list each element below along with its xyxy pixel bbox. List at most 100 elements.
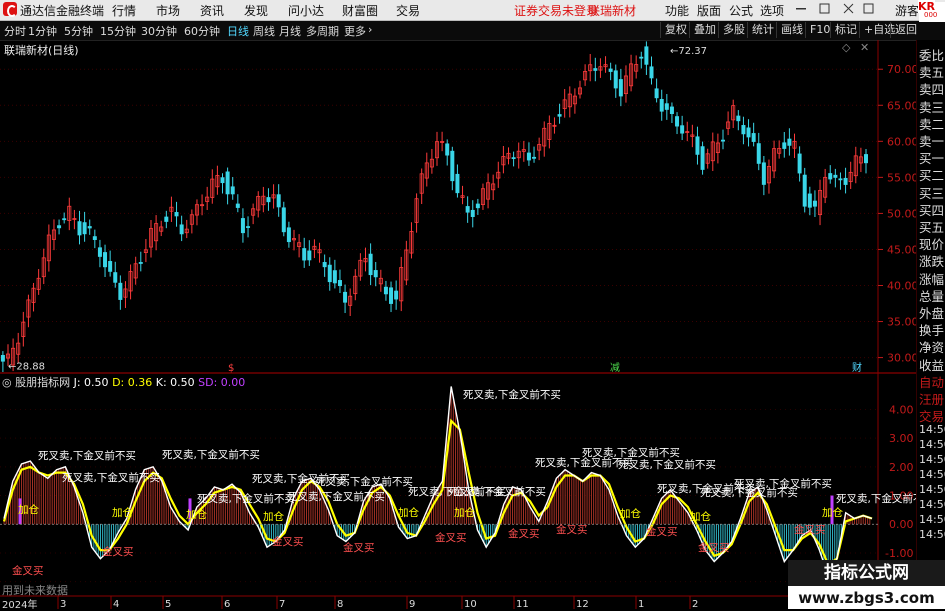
- period-monthly[interactable]: 月线: [279, 23, 301, 39]
- candle-body: [164, 216, 169, 222]
- main-y-tick-label: 55.00: [887, 171, 916, 184]
- main-y-tick-label: 65.00: [887, 99, 916, 112]
- candle-body: [368, 253, 373, 276]
- menu-banmian[interactable]: 版面: [697, 2, 721, 19]
- period-1min[interactable]: 1分钟: [28, 23, 57, 39]
- btn-huaxian[interactable]: 画线: [776, 22, 807, 38]
- candle-body: [475, 203, 480, 209]
- candle-body: [455, 173, 460, 194]
- candle-body: [787, 138, 792, 146]
- sell-signal-label: 死叉卖,下金叉前不买: [315, 475, 413, 488]
- period-30min[interactable]: 30分钟: [141, 23, 177, 39]
- candle-body: [802, 174, 807, 207]
- guest-user[interactable]: 游客: [895, 2, 919, 19]
- window-controls-icon[interactable]: [790, 2, 898, 19]
- menu-jiaoyi[interactable]: 交易: [396, 2, 420, 19]
- candle-series: ←72.37 ←28.88 $ 减 财: [0, 41, 869, 374]
- menu-hangqing[interactable]: 行情: [112, 2, 136, 19]
- chart-canvas[interactable]: 30.00 35.00 40.00 45.00 50.00 55.00 60.00 65.00…: [0, 40, 916, 609]
- candle-body: [659, 98, 664, 112]
- candle-body: [246, 226, 251, 228]
- period-5min[interactable]: 5分钟: [64, 23, 93, 39]
- candle-body: [220, 177, 225, 184]
- trade-time: 14:50: [919, 438, 945, 452]
- candle-body: [307, 250, 312, 261]
- candle-body: [322, 262, 327, 268]
- candle-body: [695, 136, 700, 155]
- indicator-name[interactable]: 股朋指标网: [15, 376, 70, 389]
- quote-item: 涨跌: [919, 254, 945, 270]
- candle-body: [103, 252, 108, 268]
- menu-shichang[interactable]: 市场: [156, 2, 180, 19]
- candle-body: [782, 142, 787, 149]
- ind-y-tick-label: 4.00: [889, 403, 914, 416]
- buy-signal-label: 金叉买: [556, 523, 588, 536]
- candle-body: [327, 264, 332, 283]
- period-15min[interactable]: 15分钟: [100, 23, 136, 39]
- menu-gongshi[interactable]: 公式: [729, 2, 753, 19]
- candle-body: [618, 79, 623, 97]
- main-y-tick-label: 35.00: [887, 316, 916, 329]
- sell-signal-label: 死叉卖,下金叉前不买: [62, 471, 160, 484]
- menu-faxian[interactable]: 发现: [244, 2, 268, 19]
- menu-caifuquan[interactable]: 财富圈: [342, 2, 378, 19]
- quote-item: 净资: [919, 340, 945, 356]
- candle-body: [373, 270, 378, 278]
- menu-zixun[interactable]: 资讯: [200, 2, 224, 19]
- period-more[interactable]: 更多: [344, 23, 366, 39]
- candle-body: [843, 177, 848, 185]
- sell-signal-label: 死叉卖,下金叉前不买: [38, 449, 136, 462]
- period-toolbar: 分时 1分钟 5分钟 15分钟 30分钟 60分钟 日线 周线 月线 多周期 更…: [0, 21, 945, 41]
- watermark-url: www.zbgs3.com: [798, 589, 935, 607]
- chart-close-icon[interactable]: ✕: [860, 41, 869, 54]
- quote-item: 换手: [919, 323, 945, 339]
- sell-signal-label: 死叉卖,下金叉前不买: [463, 388, 561, 401]
- sell-signal-label: 死叉卖,下金叉前不买: [582, 446, 680, 459]
- candle-body: [741, 125, 746, 135]
- candle-body: [57, 225, 62, 229]
- quote-item: 卖一: [919, 134, 945, 149]
- indicator-toggle-icon[interactable]: ◎: [2, 376, 12, 389]
- candle-body: [332, 270, 337, 284]
- btn-biaoji[interactable]: 标记: [830, 22, 861, 38]
- main-chart-title: 联瑞新材(日线): [4, 44, 79, 57]
- candle-body: [700, 146, 705, 170]
- btn-fuquan[interactable]: 复权: [660, 22, 691, 38]
- candle-body: [383, 286, 388, 295]
- period-60min[interactable]: 60分钟: [184, 23, 220, 39]
- app-logo-icon: [3, 2, 17, 17]
- menu-xuanxiang[interactable]: 选项: [760, 2, 784, 19]
- period-fenshi[interactable]: 分时: [4, 23, 26, 39]
- chart-menu-icon[interactable]: ◇: [842, 41, 850, 54]
- menu-wenxiaoda[interactable]: 问小达: [288, 2, 324, 19]
- candle-body: [337, 280, 342, 287]
- candle-body: [394, 290, 399, 300]
- candle-body: [649, 66, 654, 79]
- candle-body: [450, 150, 455, 182]
- candle-body: [240, 218, 245, 234]
- trade-time: 14:50: [919, 513, 945, 527]
- ind-y-tick-label: 3.00: [889, 432, 914, 445]
- period-daily[interactable]: 日线: [227, 23, 249, 39]
- period-multi[interactable]: 多周期: [306, 23, 339, 39]
- candle-body: [0, 355, 5, 362]
- btn-tongji[interactable]: 统计: [747, 22, 778, 38]
- candle-body: [532, 156, 537, 159]
- btn-diejia[interactable]: 叠加: [689, 22, 720, 38]
- buy-signal-label: 金叉买: [343, 541, 375, 554]
- login-status[interactable]: 证券交易未登录: [514, 2, 598, 19]
- buy-signal-label: 金叉买: [12, 564, 44, 577]
- candle-body: [179, 224, 184, 235]
- buy-signal-label: 金叉买: [435, 531, 467, 544]
- candle-body: [286, 227, 291, 243]
- quote-item: 涨幅: [919, 271, 945, 287]
- menu-gongneng[interactable]: 功能: [665, 2, 689, 19]
- btn-duogu[interactable]: 多股: [718, 22, 749, 38]
- buy-signal-label: 金叉买: [272, 535, 304, 548]
- stock-name-title: 联瑞新材: [588, 4, 637, 18]
- watermark-banner: 指标公式网 www.zbgs3.com: [788, 560, 945, 609]
- period-weekly[interactable]: 周线: [253, 23, 275, 39]
- chevron-right-icon[interactable]: ›: [368, 23, 372, 36]
- btn-back[interactable]: 返回: [890, 22, 921, 38]
- indicator-legend: ◎ 股朋指标网 J: 0.50 D: 0.36 K: 0.50 SD: 0.00: [2, 374, 245, 390]
